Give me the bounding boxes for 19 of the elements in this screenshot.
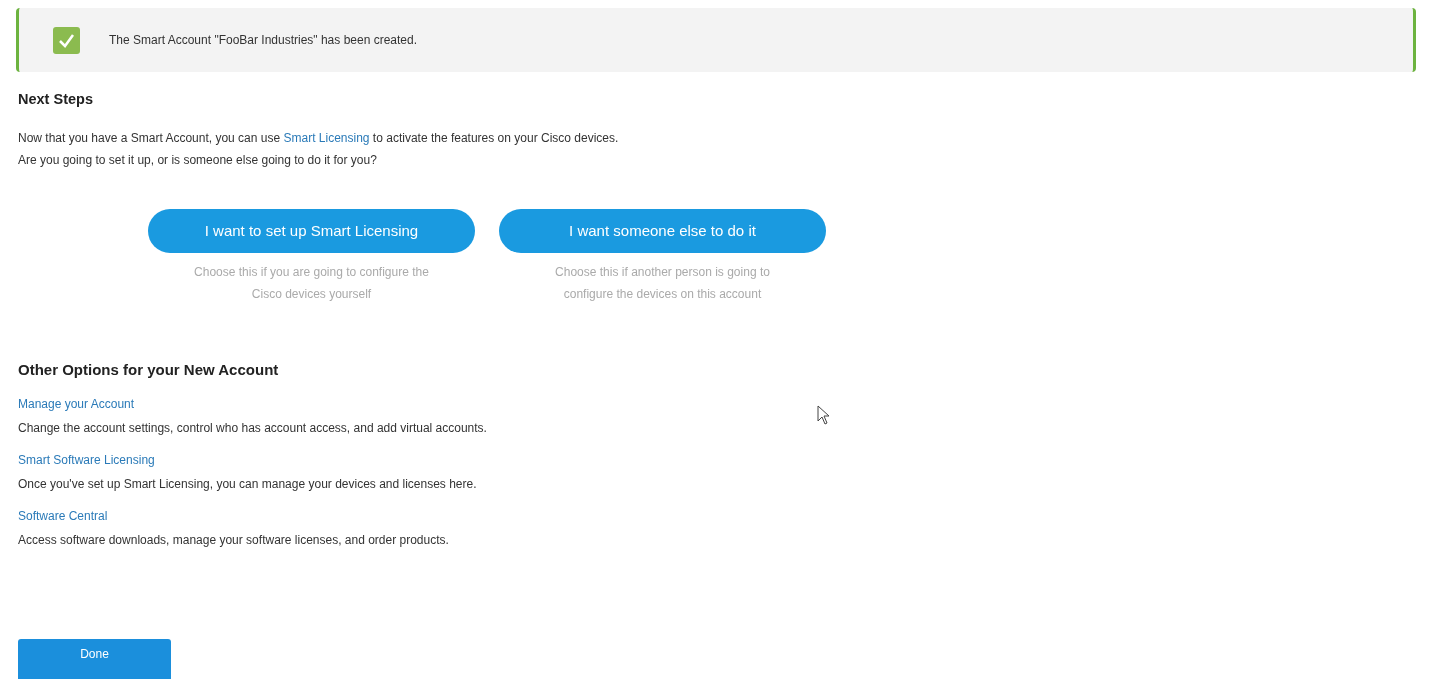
success-message: The Smart Account "FooBar Industries" has been created. [109,32,417,49]
intro-question: Are you going to set it up, or is someone else going to do it for you? [18,151,378,169]
option-link[interactable]: Manage your Account [18,395,135,414]
option-link[interactable]: Software Central [18,507,108,526]
choice-button[interactable]: I want to set up Smart Licensing [148,208,475,253]
option-link[interactable]: Smart Software Licensing [18,451,155,470]
checkmark-icon [53,26,80,54]
choice-button[interactable]: I want someone else to do it [499,208,826,253]
option-description: Change the account settings, control who has account access, and add virtual accounts. [18,420,487,438]
option-description: Once you've set up Smart Licensing, you can manage your devices and licenses here. [18,476,477,494]
intro-text: Now that you have a Smart Account, you can use Smart Licensing to activate the features on your Cisco devices. [18,129,620,147]
section-heading: Next Steps [18,90,94,109]
section-heading: Other Options for your New Account [18,359,280,380]
option-description: Access software downloads, manage your software licenses, and order products. [18,532,449,550]
choice-caption: Choose this if another person is going to configure the devices on this account [555,263,770,303]
smart-licensing-link[interactable]: Smart Licensing [283,130,370,145]
mouse-cursor-icon [817,405,830,425]
choice-caption: Choose this if you are going to configure the Cisco devices yourself [194,263,429,303]
done-button[interactable]: Done [18,639,171,680]
